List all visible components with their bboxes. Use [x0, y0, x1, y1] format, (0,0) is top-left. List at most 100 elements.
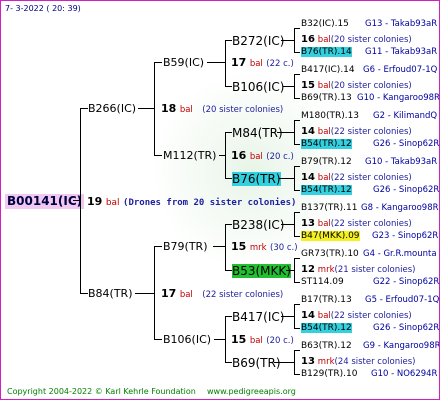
grandparent-3-info: 15 mrk (30 c.) — [231, 240, 298, 255]
tree-line — [294, 236, 300, 237]
tree-line — [225, 86, 232, 87]
tree-line — [294, 282, 300, 283]
g4-queen-14-info: G26 - Sinop62R — [373, 323, 440, 333]
tree-line — [213, 246, 226, 247]
g3-queen-8-id[interactable]: B69(TR) — [232, 356, 281, 370]
grandparent-4-sisters: (20 c.) — [266, 336, 294, 346]
g4-queen-10-label: B47(MKK).09 — [301, 231, 360, 241]
g3-queen-6-label: B53(MKK) — [232, 264, 291, 278]
root-queen-id[interactable]: B00141(IC) — [5, 194, 85, 209]
g4-queen-11-info: G4 - Gr.R.mounta — [363, 249, 437, 259]
g4-queen-10-id[interactable]: B47(MKK).09 — [301, 230, 360, 242]
parent-queen-1-id[interactable]: B266(IC) — [88, 102, 136, 115]
pedigree-frame: 7- 3-2022 ( 20: 39) B00141(IC) 19 bal (D… — [0, 0, 440, 400]
g4-queen-16-id[interactable]: B129(TR).10 — [301, 368, 357, 380]
g3-queen-6-id[interactable]: B53(MKK) — [232, 264, 291, 278]
root-bal: bal — [105, 198, 120, 208]
g4-queen-7-id[interactable]: B79(TR).12 — [301, 156, 352, 168]
g3-queen-6-num: 12 — [301, 264, 315, 275]
g4-queen-6-id[interactable]: B54(TR).12 — [301, 138, 352, 150]
g3-queen-5-num: 13 — [301, 218, 315, 229]
tree-line — [214, 339, 226, 340]
tree-line — [294, 166, 300, 167]
tree-line — [294, 258, 300, 259]
tree-line — [154, 155, 162, 156]
grandparent-2-mark: bal — [249, 152, 263, 162]
g4-queen-4-id[interactable]: B69(TR).13 — [301, 92, 352, 104]
parent-queen-2-id[interactable]: B84(TR) — [88, 287, 133, 300]
g4-queen-2-id[interactable]: B76(TR).14 — [301, 46, 352, 58]
g4-queen-8-info: G26 - Sinop62R — [373, 185, 440, 195]
g3-queen-6-info: 12 mrk(21 sister colonies) — [301, 264, 415, 276]
g3-queen-2-num: 15 — [301, 80, 315, 91]
grandparent-1-id[interactable]: B59(IC) — [163, 56, 204, 69]
g4-queen-5-id[interactable]: M180(TR).13 — [301, 110, 359, 122]
grandparent-4-num: 15 — [231, 333, 247, 346]
tree-line — [294, 328, 300, 329]
g3-queen-8-sisters: (24 sister colonies) — [334, 357, 416, 367]
grandparent-3-mark: mrk — [249, 243, 267, 253]
root-drones: (Drones from 20 sister colonies) — [123, 198, 297, 208]
g3-queen-5-mark: bal — [317, 219, 331, 229]
tree-line — [281, 224, 295, 225]
g3-queen-1-mark: bal — [317, 35, 331, 45]
tree-line — [294, 212, 300, 213]
g3-queen-3-sisters: (22 sister colonies) — [330, 127, 412, 137]
g3-queen-5-id[interactable]: B238(IC) — [232, 218, 284, 232]
tree-line — [294, 98, 300, 99]
g4-queen-15-info: G9 - Kangaroo98R — [363, 341, 440, 351]
g4-queen-11-id[interactable]: GR73(TR).10 — [301, 248, 359, 260]
g3-queen-6-mark: mrk — [317, 265, 335, 275]
tree-line — [286, 270, 295, 271]
parent-queen-1-info: 18 bal (20 sister colonies) — [161, 102, 283, 117]
tree-line — [294, 74, 300, 75]
g4-queen-8-id[interactable]: B54(TR).12 — [301, 184, 352, 196]
grandparent-2-id[interactable]: M112(TR) — [163, 149, 216, 162]
g3-queen-3-mark: bal — [317, 127, 331, 137]
g4-queen-5-info: G2 - KilimandQ — [373, 111, 438, 121]
g4-queen-4-info: G10 - Kangaroo98R — [357, 93, 440, 103]
g4-queen-3-id[interactable]: B417(IC).14 — [301, 64, 355, 76]
parent-queen-1-sisters: (20 sister colonies) — [202, 105, 284, 115]
g3-queen-4-id[interactable]: B76(TR) — [232, 172, 281, 186]
g4-queen-12-id[interactable]: ST114.09 — [301, 276, 344, 288]
parent-queen-2-mark: bal — [179, 290, 193, 300]
g4-queen-16-info: G10 - NO6294R — [371, 369, 438, 379]
parent-queen-2-num: 17 — [161, 287, 177, 300]
g4-queen-13-id[interactable]: B17(TR).13 — [301, 294, 352, 306]
root-num: 19 — [87, 195, 103, 208]
parent-queen-1-num: 18 — [161, 102, 177, 115]
root-info: 19 bal (Drones from 20 sister colonies) — [87, 195, 296, 210]
g4-queen-15-id[interactable]: B63(TR).12 — [301, 340, 352, 352]
grandparent-4-mark: bal — [249, 336, 263, 346]
g3-queen-7-sisters: (22 sister colonies) — [330, 311, 412, 321]
g3-queen-2-info: 15 bal(20 sister colonies) — [301, 80, 412, 92]
g4-queen-9-info: G8 - Kangaroo98R — [361, 203, 439, 213]
g3-queen-1-id[interactable]: B272(IC) — [232, 34, 284, 48]
g3-queen-4-sisters: (22 sister colonies) — [330, 173, 412, 183]
g4-queen-1-info: G13 - Takab93aR — [365, 19, 438, 29]
tree-line — [277, 132, 295, 133]
footer-copyright: Copyright 2004-2022 © Karl Kehrle Founda… — [7, 387, 196, 396]
tree-line — [73, 200, 81, 201]
footer-site-link[interactable]: www.pedigreeapis.org — [207, 386, 296, 398]
g3-queen-6-sisters: (21 sister colonies) — [334, 265, 416, 275]
g3-queen-7-id[interactable]: B417(IC) — [232, 310, 284, 324]
g3-queen-4-num: 14 — [301, 172, 315, 183]
g3-queen-7-num: 14 — [301, 310, 315, 321]
g3-queen-2-id[interactable]: B106(IC) — [232, 80, 284, 94]
grandparent-4-id[interactable]: B106(IC) — [163, 333, 211, 346]
g3-queen-3-id[interactable]: M84(TR) — [232, 126, 283, 140]
tree-line — [225, 270, 232, 271]
grandparent-3-id[interactable]: B79(TR) — [163, 240, 208, 253]
g3-queen-8-mark: mrk — [317, 357, 335, 367]
g3-queen-1-info: 16 bal(20 sister colonies) — [301, 34, 412, 46]
g3-queen-7-mark: bal — [317, 311, 331, 321]
tree-line — [225, 362, 232, 363]
g3-queen-1-sisters: (20 sister colonies) — [330, 35, 412, 45]
g4-queen-1-id[interactable]: B32(IC).15 — [301, 18, 349, 30]
grandparent-3-sisters: (30 c.) — [270, 243, 298, 253]
g4-queen-14-id[interactable]: B54(TR).12 — [301, 322, 352, 334]
g4-queen-9-id[interactable]: B137(TR).11 — [301, 202, 357, 214]
tree-line — [135, 293, 155, 294]
